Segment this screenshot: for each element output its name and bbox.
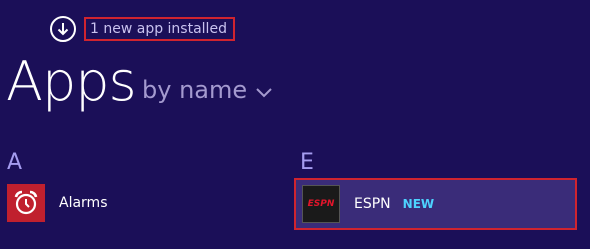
app-label: Alarms [59,195,108,211]
new-app-notification[interactable]: 1 new app installed [84,17,235,41]
espn-icon: ESPN [302,185,340,223]
alarm-clock-icon [7,184,45,222]
espn-logo: ESPN [307,199,335,209]
app-label: ESPN [354,196,391,212]
notification-bar: 1 new app installed [0,0,590,46]
sort-dropdown[interactable]: by name [142,76,273,104]
app-tile-espn[interactable]: ESPN ESPN NEW [294,178,577,230]
sort-label: by name [142,76,248,104]
down-arrow-glyph [57,23,69,36]
bottom-strip [0,240,590,249]
page-title: Apps [6,50,137,113]
new-badge: NEW [402,197,435,211]
group-header-a[interactable]: A [7,150,22,175]
download-arrow-icon[interactable] [50,16,76,42]
group-header-e[interactable]: E [300,150,314,175]
chevron-down-icon [256,88,272,98]
app-tile-alarms[interactable]: Alarms [7,184,108,222]
notification-text: 1 new app installed [90,21,227,37]
